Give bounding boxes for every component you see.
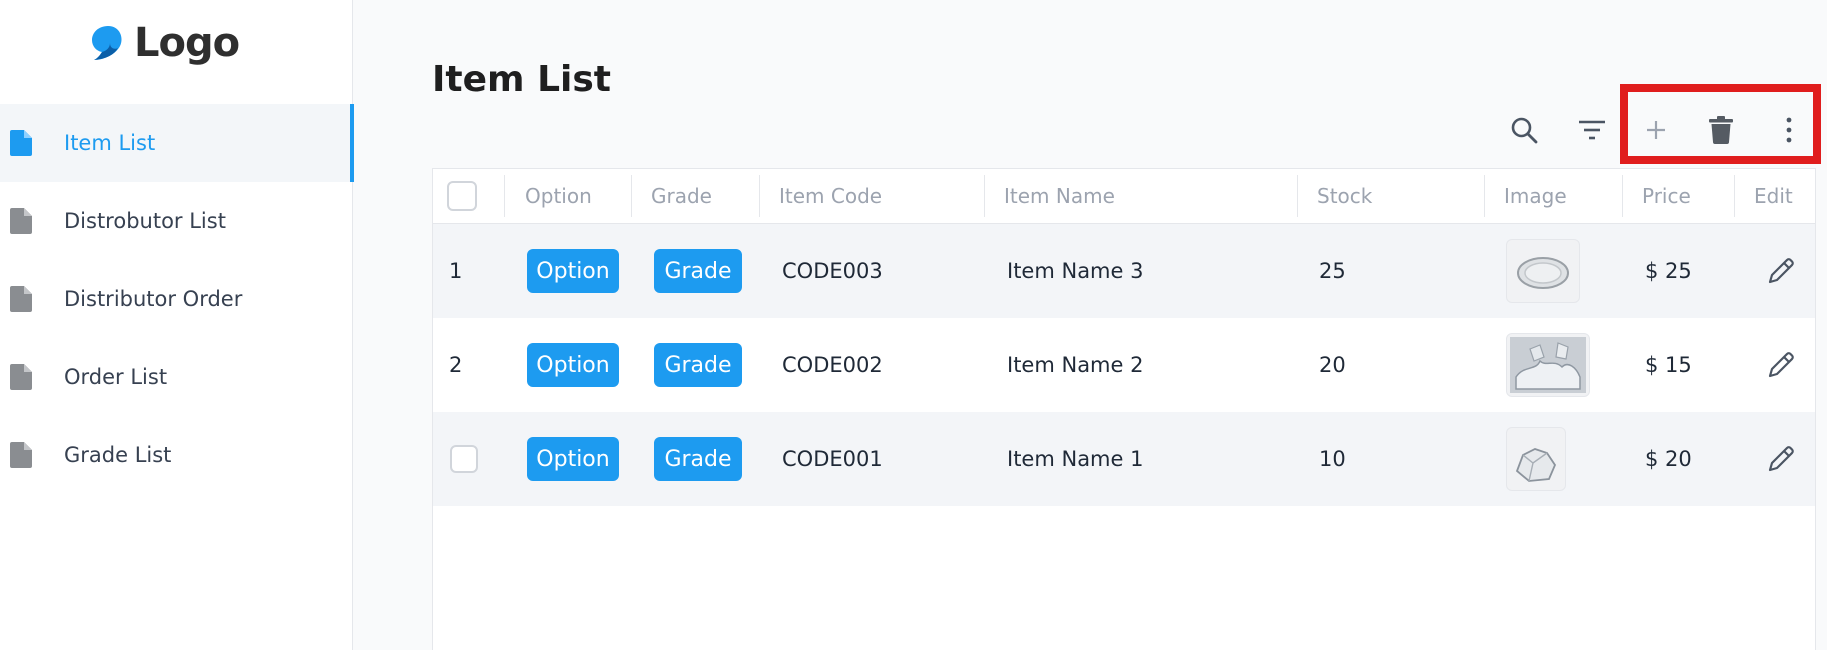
item-name: Item Name 2 (1007, 353, 1144, 377)
row-index: 1 (449, 259, 463, 283)
column-header-price[interactable]: Price (1642, 169, 1691, 223)
sidebar-item-item-list[interactable]: Item List (0, 104, 354, 182)
option-button[interactable]: Option (527, 343, 619, 387)
item-code: CODE002 (782, 353, 883, 377)
table-row[interactable]: Option Grade CODE001 Item Name 1 10 $ 20 (433, 412, 1815, 506)
row-index: 2 (449, 353, 463, 377)
price-value: $ 15 (1645, 353, 1692, 377)
item-code: CODE003 (782, 259, 883, 283)
page-title: Item List (432, 59, 611, 100)
column-header-item-code[interactable]: Item Code (779, 169, 882, 223)
item-name: Item Name 3 (1007, 259, 1144, 283)
select-all-checkbox[interactable] (447, 181, 477, 211)
grade-button[interactable]: Grade (654, 249, 742, 293)
grade-button[interactable]: Grade (654, 437, 742, 481)
sidebar-nav: Item List Distrobutor List Distributor O… (0, 104, 354, 494)
pencil-icon (1768, 446, 1794, 472)
pencil-icon (1768, 352, 1794, 378)
option-button[interactable]: Option (527, 249, 619, 293)
logo-text: Logo (134, 20, 240, 66)
table-row[interactable]: 2 Option Grade CODE002 Item Name 2 20 $ … (433, 318, 1815, 412)
document-icon (10, 442, 32, 468)
stock-value: 25 (1319, 259, 1346, 283)
sidebar: Logo Item List Distrobutor List Distribu… (0, 0, 354, 650)
glass-pieces-thumbnail[interactable] (1506, 333, 1590, 397)
document-icon (10, 364, 32, 390)
sidebar-item-label: Grade List (64, 443, 172, 467)
table-header: Option Grade Item Code Item Name Stock I… (433, 169, 1815, 224)
price-value: $ 20 (1645, 447, 1692, 471)
table-row[interactable]: 1 Option Grade CODE003 Item Name 3 25 $ … (433, 224, 1815, 318)
row-checkbox[interactable] (450, 445, 478, 473)
sidebar-item-label: Distrobutor List (64, 209, 226, 233)
sidebar-item-label: Order List (64, 365, 168, 389)
item-name: Item Name 1 (1007, 447, 1144, 471)
column-header-item-name[interactable]: Item Name (1004, 169, 1115, 223)
sidebar-item-distributor-order[interactable]: Distributor Order (0, 260, 353, 338)
edit-button[interactable] (1761, 251, 1801, 291)
stock-value: 20 (1319, 353, 1346, 377)
stock-value: 10 (1319, 447, 1346, 471)
pencil-icon (1768, 258, 1794, 284)
column-header-stock[interactable]: Stock (1317, 169, 1372, 223)
sidebar-item-label: Item List (64, 131, 156, 155)
logo[interactable]: Logo (90, 18, 240, 68)
toolbar-highlight-box (1620, 84, 1821, 164)
select-all-cell (447, 169, 477, 223)
price-value: $ 25 (1645, 259, 1692, 283)
search-icon (1511, 117, 1538, 144)
column-header-option[interactable]: Option (525, 169, 592, 223)
edit-button[interactable] (1761, 345, 1801, 385)
logo-mark-icon (92, 26, 122, 60)
document-icon (10, 286, 32, 312)
glass-chunk-thumbnail[interactable] (1506, 427, 1566, 491)
plate-thumbnail[interactable] (1506, 239, 1580, 303)
column-header-image[interactable]: Image (1504, 169, 1567, 223)
item-table: Option Grade Item Code Item Name Stock I… (432, 168, 1816, 650)
document-icon (10, 130, 32, 156)
filter-button[interactable] (1570, 108, 1614, 152)
column-header-edit: Edit (1754, 184, 1793, 208)
column-header-grade[interactable]: Grade (651, 169, 712, 223)
edit-button[interactable] (1761, 439, 1801, 479)
grade-button[interactable]: Grade (654, 343, 742, 387)
search-button[interactable] (1502, 108, 1546, 152)
filter-icon (1579, 120, 1605, 140)
document-icon (10, 208, 32, 234)
option-button[interactable]: Option (527, 437, 619, 481)
item-code: CODE001 (782, 447, 883, 471)
sidebar-item-order-list[interactable]: Order List (0, 338, 353, 416)
sidebar-item-grade-list[interactable]: Grade List (0, 416, 353, 494)
sidebar-item-distrobutor-list[interactable]: Distrobutor List (0, 182, 353, 260)
sidebar-item-label: Distributor Order (64, 287, 243, 311)
